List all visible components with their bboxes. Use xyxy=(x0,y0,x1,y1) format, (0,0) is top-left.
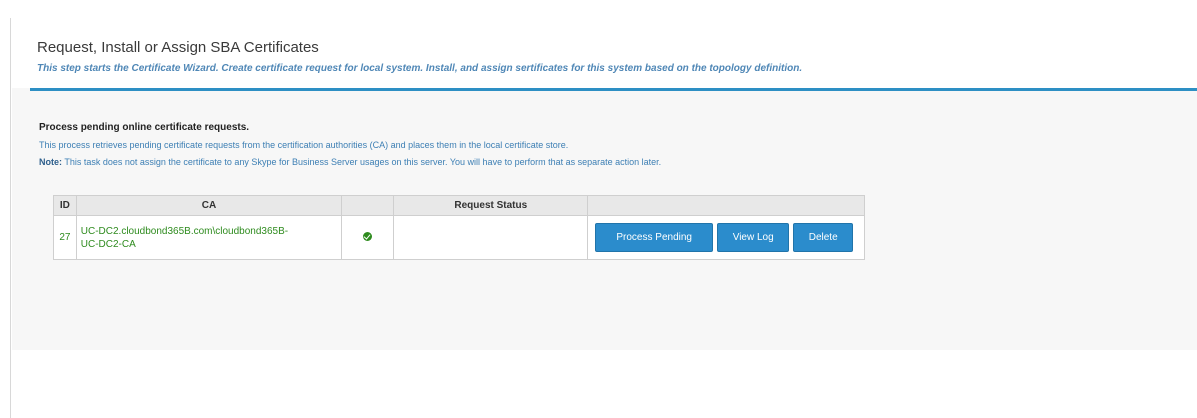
column-header-id: ID xyxy=(53,195,77,216)
column-header-status-icon xyxy=(341,195,395,216)
section-description: This process retrieves pending certifica… xyxy=(39,140,569,150)
row-request-status xyxy=(393,215,589,260)
table-row: 27 UC-DC2.cloudbond365B.com\cloudbond365… xyxy=(53,215,865,260)
process-pending-button[interactable]: Process Pending xyxy=(595,223,714,252)
column-header-request-status: Request Status xyxy=(393,195,589,216)
check-circle-icon xyxy=(363,231,373,241)
note-label: Note: xyxy=(39,157,62,167)
top-strip xyxy=(0,0,1197,14)
note-text: This task does not assign the certificat… xyxy=(62,157,662,167)
page-subtitle: This step starts the Certificate Wizard.… xyxy=(37,63,803,74)
column-header-actions xyxy=(587,195,865,216)
section-title: Process pending online certificate reque… xyxy=(39,122,250,133)
row-ca-line-1: UC-DC2.cloudbond365B.com\cloudbond365B- xyxy=(80,225,289,237)
header-divider xyxy=(30,88,1197,91)
page: Request, Install or Assign SBA Certifica… xyxy=(0,0,1197,418)
delete-button[interactable]: Delete xyxy=(793,223,854,252)
row-ca: UC-DC2.cloudbond365B.com\cloudbond365B- … xyxy=(75,215,343,260)
page-title: Request, Install or Assign SBA Certifica… xyxy=(37,39,319,56)
row-ca-line-2: UC-DC2-CA xyxy=(80,238,136,250)
left-border xyxy=(10,18,11,418)
row-actions: Process Pending View Log Delete xyxy=(587,215,865,260)
view-log-button[interactable]: View Log xyxy=(717,223,790,252)
row-action-buttons: Process Pending View Log Delete xyxy=(588,223,864,252)
certificate-requests-table: ID CA Request Status 27 UC-DC2.cloudbond… xyxy=(53,195,865,260)
row-status-icon-cell xyxy=(341,215,395,260)
column-header-ca: CA xyxy=(75,195,343,216)
section-note: Note: This task does not assign the cert… xyxy=(39,157,661,167)
table-header-row: ID CA Request Status xyxy=(53,195,865,216)
row-id: 27 xyxy=(53,215,77,260)
